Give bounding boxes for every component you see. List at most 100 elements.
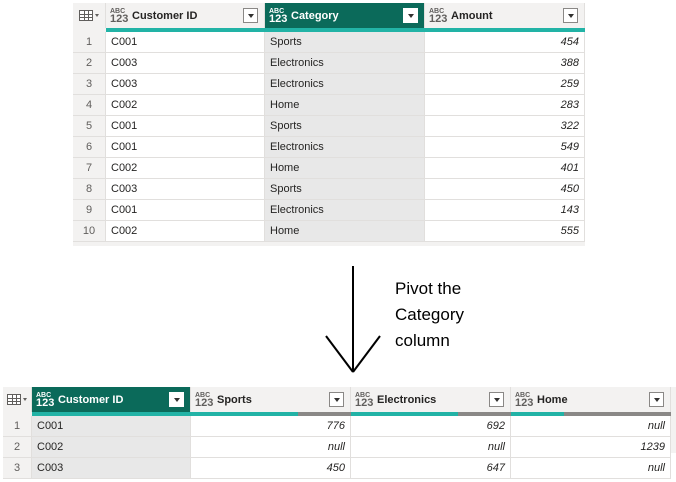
- row-number[interactable]: 4: [73, 95, 106, 116]
- table-row[interactable]: 10 C002 Home 555: [73, 221, 585, 242]
- table-row[interactable]: 6 C001 Electronics 549: [73, 137, 585, 158]
- cell-home[interactable]: 1239: [511, 437, 671, 458]
- cell-customer[interactable]: C002: [106, 158, 265, 179]
- column-header-customer-id[interactable]: ABC 123 Customer ID: [32, 387, 191, 412]
- cell-amount[interactable]: 259: [425, 74, 585, 95]
- cell-electronics[interactable]: null: [351, 437, 511, 458]
- filter-dropdown-icon[interactable]: [489, 392, 504, 407]
- cell-category[interactable]: Home: [265, 221, 425, 242]
- cell-customer[interactable]: C001: [106, 137, 265, 158]
- cell-customer[interactable]: C003: [32, 458, 191, 479]
- filter-dropdown-icon[interactable]: [243, 8, 258, 23]
- row-number[interactable]: 5: [73, 116, 106, 137]
- cell-customer[interactable]: C003: [106, 179, 265, 200]
- cell-category[interactable]: Electronics: [265, 74, 425, 95]
- cell-customer[interactable]: C002: [32, 437, 191, 458]
- row-number[interactable]: 3: [73, 74, 106, 95]
- table-menu-button[interactable]: [3, 387, 32, 412]
- type-any-icon[interactable]: ABC 123: [36, 392, 54, 409]
- type-number-label: 123: [515, 396, 534, 409]
- column-header-category[interactable]: ABC 123 Category: [265, 3, 425, 28]
- table-row[interactable]: 8 C003 Sports 450: [73, 179, 585, 200]
- row-number[interactable]: 1: [73, 32, 106, 53]
- row-number[interactable]: 2: [3, 437, 32, 458]
- table-row[interactable]: 5 C001 Sports 322: [73, 116, 585, 137]
- cell-home[interactable]: null: [511, 416, 671, 437]
- row-number[interactable]: 2: [73, 53, 106, 74]
- table-row[interactable]: 9 C001 Electronics 143: [73, 200, 585, 221]
- cell-category[interactable]: Sports: [265, 179, 425, 200]
- cell-sports[interactable]: 450: [191, 458, 351, 479]
- arrow-down-icon: [325, 266, 381, 373]
- table-row[interactable]: 7 C002 Home 401: [73, 158, 585, 179]
- filter-dropdown-icon[interactable]: [169, 392, 184, 407]
- table-row[interactable]: 3 C003 Electronics 259: [73, 74, 585, 95]
- pivoted-table: ABC 123 Customer ID ABC 123 Sports ABC 123 Elect…: [3, 387, 676, 479]
- cell-sports[interactable]: 776: [191, 416, 351, 437]
- type-number-label: 123: [195, 396, 214, 409]
- column-header-home[interactable]: ABC 123 Home: [511, 387, 671, 412]
- cell-amount[interactable]: 454: [425, 32, 585, 53]
- type-any-icon[interactable]: ABC 123: [355, 392, 373, 409]
- type-number-label: 123: [110, 12, 129, 25]
- caret-down-icon: [95, 14, 99, 17]
- cell-customer[interactable]: C001: [106, 200, 265, 221]
- type-any-icon[interactable]: ABC 123: [195, 392, 214, 409]
- row-number[interactable]: 7: [73, 158, 106, 179]
- cell-electronics[interactable]: 647: [351, 458, 511, 479]
- cell-sports[interactable]: null: [191, 437, 351, 458]
- table-row[interactable]: 3 C003 450 647 null: [3, 458, 671, 479]
- cell-customer[interactable]: C002: [106, 95, 265, 116]
- table-row[interactable]: 1 C001 776 692 null: [3, 416, 671, 437]
- row-number[interactable]: 3: [3, 458, 32, 479]
- cell-customer[interactable]: C001: [106, 116, 265, 137]
- cell-category[interactable]: Home: [265, 158, 425, 179]
- table-row[interactable]: 2 C003 Electronics 388: [73, 53, 585, 74]
- table-row[interactable]: 2 C002 null null 1239: [3, 437, 671, 458]
- type-any-icon[interactable]: ABC 123: [429, 8, 448, 25]
- row-number[interactable]: 10: [73, 221, 106, 242]
- cell-amount[interactable]: 283: [425, 95, 585, 116]
- column-header-amount[interactable]: ABC 123 Amount: [425, 3, 585, 28]
- filter-dropdown-icon[interactable]: [403, 8, 418, 23]
- table-menu-button[interactable]: [73, 3, 106, 28]
- cell-category[interactable]: Electronics: [265, 137, 425, 158]
- cell-amount[interactable]: 401: [425, 158, 585, 179]
- cell-amount[interactable]: 388: [425, 53, 585, 74]
- cell-customer[interactable]: C003: [106, 74, 265, 95]
- column-name: Category: [291, 9, 339, 22]
- table-row[interactable]: 1 C001 Sports 454: [73, 32, 585, 53]
- cell-customer[interactable]: C001: [32, 416, 191, 437]
- cell-amount[interactable]: 555: [425, 221, 585, 242]
- cell-home[interactable]: null: [511, 458, 671, 479]
- cell-category[interactable]: Electronics: [265, 53, 425, 74]
- cell-customer[interactable]: C002: [106, 221, 265, 242]
- cell-customer[interactable]: C001: [106, 32, 265, 53]
- filter-dropdown-icon[interactable]: [649, 392, 664, 407]
- type-any-icon[interactable]: ABC 123: [110, 8, 129, 25]
- type-any-icon[interactable]: ABC 123: [515, 392, 534, 409]
- cell-amount[interactable]: 322: [425, 116, 585, 137]
- cell-amount[interactable]: 450: [425, 179, 585, 200]
- column-header-sports[interactable]: ABC 123 Sports: [191, 387, 351, 412]
- filter-dropdown-icon[interactable]: [563, 8, 578, 23]
- row-number[interactable]: 9: [73, 200, 106, 221]
- column-header-customer-id[interactable]: ABC 123 Customer ID: [106, 3, 265, 28]
- cell-amount[interactable]: 143: [425, 200, 585, 221]
- row-number[interactable]: 8: [73, 179, 106, 200]
- type-any-icon[interactable]: ABC 123: [269, 8, 287, 25]
- cell-electronics[interactable]: 692: [351, 416, 511, 437]
- cell-category[interactable]: Electronics: [265, 200, 425, 221]
- cell-amount[interactable]: 549: [425, 137, 585, 158]
- row-number[interactable]: 1: [3, 416, 32, 437]
- column-header-electronics[interactable]: ABC 123 Electronics: [351, 387, 511, 412]
- table-row[interactable]: 4 C002 Home 283: [73, 95, 585, 116]
- cell-category[interactable]: Sports: [265, 116, 425, 137]
- cell-customer[interactable]: C003: [106, 53, 265, 74]
- cell-category[interactable]: Home: [265, 95, 425, 116]
- type-number-label: 123: [429, 12, 448, 25]
- filter-dropdown-icon[interactable]: [329, 392, 344, 407]
- row-number[interactable]: 6: [73, 137, 106, 158]
- cell-category[interactable]: Sports: [265, 32, 425, 53]
- column-name: Customer ID: [58, 393, 124, 406]
